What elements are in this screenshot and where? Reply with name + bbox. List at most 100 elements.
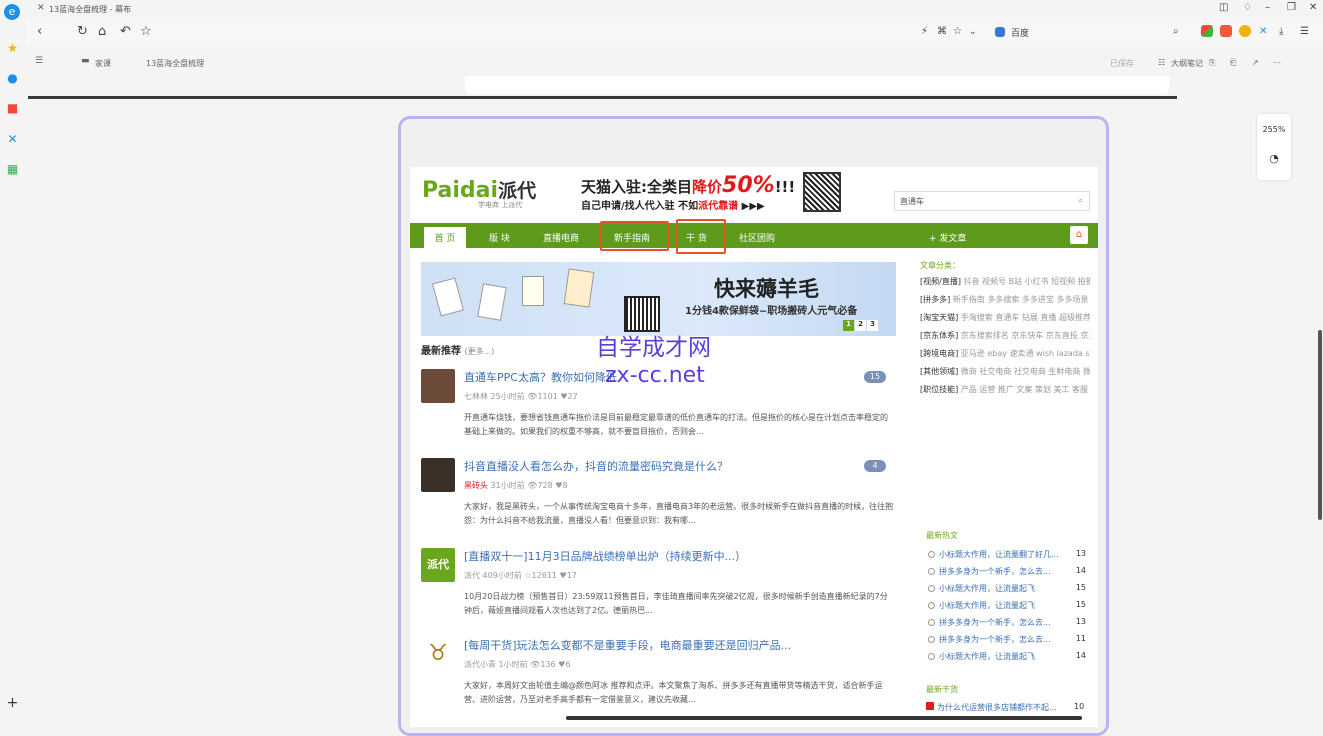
breadcrumb-doc[interactable]: 13蓝海全盘梳理	[146, 58, 204, 69]
restore-icon[interactable]: ❐	[1287, 2, 1296, 13]
chevron-down-icon[interactable]: ⌄	[969, 27, 977, 37]
dry-goods-item[interactable]: 为什么代运营很多店铺都作不起... 10	[926, 702, 1084, 713]
hot-item[interactable]: 拼多多身为一个新手，怎么去... 13	[926, 617, 1086, 634]
download-icon[interactable]: ⤓	[1279, 26, 1283, 37]
post-excerpt: 10月20日战力榜（预售首日）23:59双11预售首日，李佳琦直播间率先突破2亿…	[464, 592, 888, 615]
post-item: 派代 [直播双十一]11月3日品牌战绩榜单出炉（持续更新中...） 派代 409…	[421, 548, 896, 628]
post-title[interactable]: 抖音直播没人看怎么办，抖音的流量密码究竟是什么？	[464, 458, 728, 474]
divider-line	[28, 96, 1177, 99]
back-icon[interactable]: ‹	[37, 24, 42, 39]
home-icon[interactable]: ⌂	[98, 24, 106, 39]
apps-icon[interactable]: ▦	[6, 163, 19, 176]
save-status: 已保存	[1110, 59, 1134, 68]
title-bar: ✕ 13蓝海全盘梳理 - 幕布 ◫ ♢ – ❐ ✕	[25, 0, 1323, 18]
document-toolbar: ☰ ▬ 家课 13蓝海全盘梳理 已保存 ☷ 大纲笔记 ⎘ ⎗ ↗ ⋯	[25, 52, 1323, 74]
category-group[interactable]: [淘宝天猫] 手淘搜索 直通车 钻展 直播 超级推荐 猜你 聚划算 淘宝	[920, 311, 1090, 325]
ad-page-2[interactable]: 2	[855, 320, 866, 331]
hot-title: 最新热文	[926, 531, 958, 540]
category-group[interactable]: [职位技能] 产品 运营 推广 文案 策划 美工 客服 仓储 数据 团队管理 创…	[920, 383, 1090, 397]
category-group[interactable]: [拼多多] 新手指南 多多搜索 多多进宝 多多场景 直通 活动 官方动态	[920, 293, 1090, 307]
hot-item[interactable]: 拼多多身为一个新手，怎么去... 11	[926, 634, 1086, 651]
post-title[interactable]: 直通车PPC太高？教你如何降低	[464, 369, 617, 385]
hot-item[interactable]: 小标题大作用，让流量起飞 15	[926, 583, 1086, 600]
hot-item[interactable]: 小标题大作用，让流量翻了好几... 13	[926, 549, 1086, 566]
pdf-icon[interactable]: ■	[6, 102, 19, 115]
category-group[interactable]: [其他领域] 微商 社交电商 社交电商 生鲜电商 微信 苏宁易购	[920, 365, 1090, 379]
shirt-icon[interactable]: ♢	[1243, 2, 1252, 13]
mindmap-icon[interactable]: ⎘	[1209, 58, 1215, 68]
flash-icon[interactable]: ⚡	[921, 26, 928, 37]
menu-boards[interactable]: 版 块	[489, 231, 510, 244]
post-meta: 七林林 25小时前 👁1101 ♥27	[464, 392, 578, 401]
hot-item[interactable]: 小标题大作用，让流量起飞 14	[926, 651, 1086, 668]
site-search-input[interactable]: 直通车 ⌕	[894, 191, 1090, 211]
palette-icon[interactable]: ◔	[1257, 152, 1291, 165]
ad-page-1[interactable]: 1	[843, 320, 854, 331]
fan-icon[interactable]: ✕	[6, 133, 19, 146]
add-icon[interactable]: +	[6, 696, 19, 710]
menu-live-ecommerce[interactable]: 直播电商	[543, 231, 579, 244]
post-avatar[interactable]: ♉	[421, 637, 455, 671]
zoom-level[interactable]: 255%	[1257, 125, 1291, 134]
search-icon[interactable]: ⌕	[1173, 26, 1179, 37]
tmall-banner-line1[interactable]: 天猫入驻:全类目降价50%!!!	[581, 173, 795, 198]
reload-icon[interactable]: ↻	[77, 24, 88, 39]
horizontal-scrollbar[interactable]	[566, 716, 1082, 720]
post-meta: 黑砖头 31小时前 👁728 ♥8	[464, 481, 568, 490]
favorites-icon[interactable]: ★	[6, 42, 19, 55]
star-icon[interactable]: ☆	[140, 24, 152, 39]
paidai-logo: Paidai派代	[422, 178, 537, 203]
post-avatar[interactable]: 派代	[421, 548, 455, 582]
post-avatar[interactable]	[421, 458, 455, 492]
post-meta: 派代小青 1小时前 👁136 ♥6	[464, 660, 571, 669]
clock-icon[interactable]: ●	[6, 72, 19, 85]
translate-icon[interactable]: ⌘	[937, 26, 947, 37]
highlight-box-drygoods	[676, 219, 726, 254]
post-title[interactable]: [直播双十一]11月3日品牌战绩榜单出炉（持续更新中...）	[464, 548, 746, 564]
bookmark-star-icon[interactable]: ☆	[953, 26, 962, 37]
category-sidebar: 文章分类： [视频/直播] 抖音 视频号 B站 小红书 短视频 拍摄 剪辑 直播…	[920, 260, 1090, 397]
folder-icon: ▬	[81, 56, 90, 66]
hot-articles: 最新热文 小标题大作用，让流量翻了好几... 13 拼多多身为一个新手，怎么去..…	[926, 530, 1086, 668]
menu-post-article[interactable]: + 发文章	[929, 231, 966, 244]
post-title[interactable]: [每周干货]玩法怎么变都不是重要手段，电商最重要还是回归产品...	[464, 637, 791, 653]
sidebar-title: 文章分类：	[920, 261, 960, 270]
category-group[interactable]: [视频/直播] 抖音 视频号 B站 小红书 短视频 拍摄 剪辑 直播 主播	[920, 275, 1090, 289]
ad-page-3[interactable]: 3	[867, 320, 878, 331]
post-excerpt: 大家好，本周好文由轮值主编@颜色阿冰 推荐和点评。本文聚焦了淘系、拼多多还有直播…	[464, 681, 883, 704]
moon-icon[interactable]	[1239, 25, 1251, 37]
pdf-tool-icon[interactable]	[1220, 25, 1232, 37]
share-icon[interactable]: ↗	[1252, 58, 1259, 67]
watermark-text: 自学成才网	[596, 335, 711, 361]
close-icon[interactable]: ✕	[1309, 2, 1317, 13]
more-icon[interactable]: ⋯	[1273, 58, 1281, 67]
outline-note-button[interactable]: 大纲笔记	[1171, 58, 1203, 69]
category-group[interactable]: [跨境电商] 亚马逊 ebay 速卖通 wish lazada shopee P…	[920, 347, 1090, 361]
hot-item[interactable]: 小标题大作用，让流量起飞 15	[926, 600, 1086, 617]
site-search-icon[interactable]: ⌕	[1079, 196, 1083, 206]
search-engine-label[interactable]: 百度	[1011, 26, 1029, 39]
fan-tool-icon[interactable]: ✕	[1259, 26, 1267, 37]
post-avatar[interactable]	[421, 369, 455, 403]
outline-menu-icon[interactable]: ☰	[35, 56, 43, 66]
menu-home[interactable]: 首 页	[424, 227, 466, 248]
browser-logo-icon[interactable]: e	[4, 4, 20, 20]
breadcrumb-folder[interactable]: 家课	[95, 58, 111, 69]
menu-icon[interactable]: ☰	[1300, 26, 1309, 37]
office-icon[interactable]	[1201, 25, 1213, 37]
vertical-scrollbar[interactable]	[1318, 330, 1322, 520]
category-group[interactable]: [京东体系] 京东搜索排名 京东快车 京东直投 京东海 京东白营 京喜 618	[920, 329, 1090, 343]
minimize-icon[interactable]: –	[1265, 2, 1270, 13]
section-more-link[interactable]: (更多...)	[464, 347, 494, 356]
tmall-banner-line2[interactable]: 自己申请/找人代入驻 不如派代靠谱 ▶▶▶	[581, 197, 765, 212]
menu-community-buying[interactable]: 社区团购	[739, 231, 775, 244]
notification-icon[interactable]: ⌂	[1070, 226, 1088, 244]
vibrate-icon[interactable]: ◫	[1219, 2, 1228, 13]
post-meta: 派代 409小时前 ☆12611 ♥17	[464, 571, 577, 580]
rank-badge-icon	[926, 702, 934, 710]
zoom-widget: 255% ◔	[1257, 114, 1291, 180]
undo-icon[interactable]: ↶	[120, 24, 131, 39]
hot-item[interactable]: 拼多多身为一个新手，怎么去... 14	[926, 566, 1086, 583]
copy-icon[interactable]: ⎗	[1230, 58, 1236, 68]
post-excerpt: 开直通车烧钱，要想省钱直通车拖价法是目前最稳定最靠谱的低价直通车的打法。但是拖价…	[464, 413, 888, 436]
